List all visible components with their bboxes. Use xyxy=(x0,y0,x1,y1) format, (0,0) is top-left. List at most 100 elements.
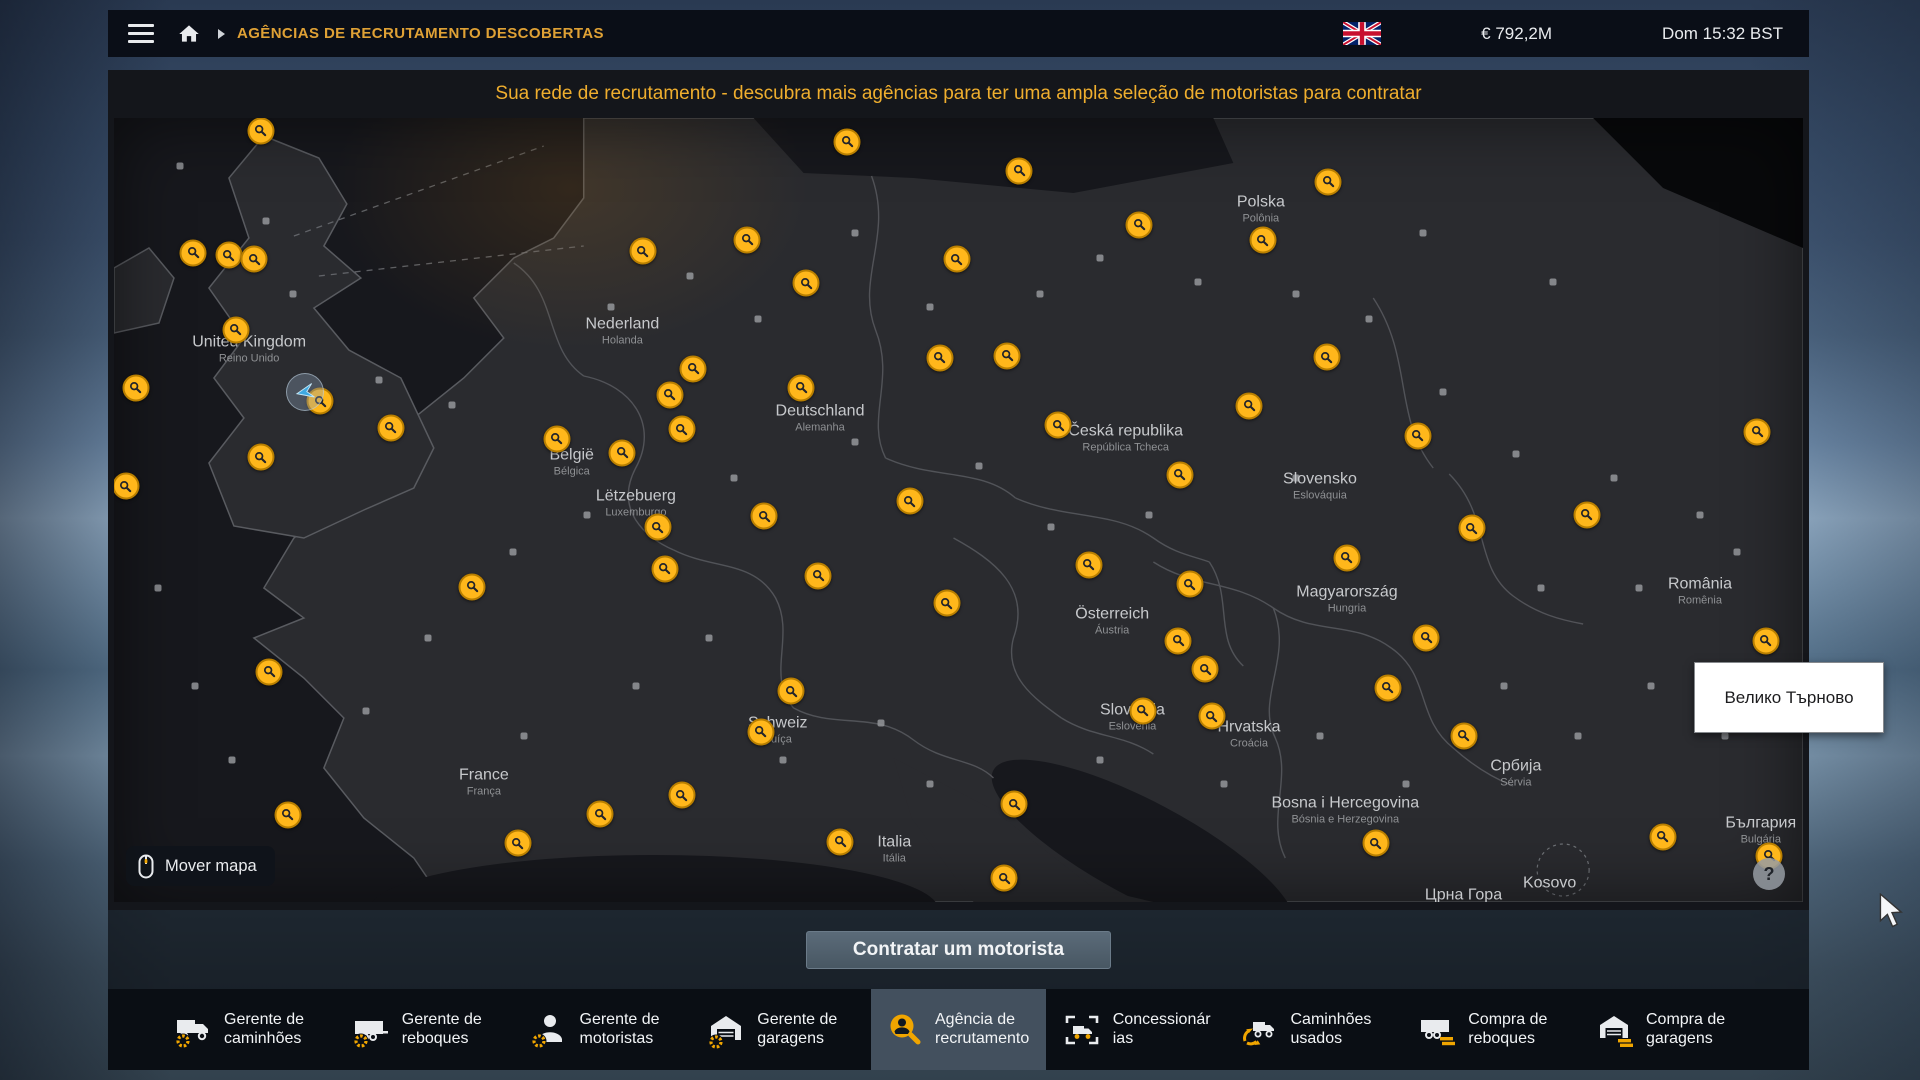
game-clock: Dom 15:32 BST xyxy=(1662,24,1789,44)
agency-marker[interactable] xyxy=(215,242,242,269)
agency-marker[interactable] xyxy=(274,801,301,828)
uk-flag-icon[interactable] xyxy=(1343,22,1381,45)
agency-marker[interactable] xyxy=(827,828,854,855)
agency-marker[interactable] xyxy=(629,238,656,265)
city-dot xyxy=(1696,511,1703,518)
tab-recruitment-agency[interactable]: Agência de recrutamento xyxy=(871,989,1046,1070)
agency-marker[interactable] xyxy=(991,865,1018,892)
agency-marker[interactable] xyxy=(926,344,953,371)
city-dot xyxy=(1575,732,1582,739)
agency-marker[interactable] xyxy=(543,425,570,452)
agency-marker[interactable] xyxy=(1192,656,1219,683)
agency-marker[interactable] xyxy=(587,801,614,828)
agency-marker[interactable] xyxy=(256,658,283,685)
agency-marker[interactable] xyxy=(609,439,636,466)
tab-used-trucks[interactable]: Caminhões usados xyxy=(1227,989,1402,1070)
city-dot xyxy=(686,273,693,280)
agency-marker[interactable] xyxy=(1413,624,1440,651)
agency-marker[interactable] xyxy=(1315,168,1342,195)
agency-marker[interactable] xyxy=(1075,551,1102,578)
agency-marker[interactable] xyxy=(943,246,970,273)
country-label: MagyarországHungria xyxy=(1296,584,1397,615)
country-label: LëtzebuergLuxemburgo xyxy=(596,487,676,518)
tab-dealerships[interactable]: Concessionárias xyxy=(1049,989,1224,1070)
agency-marker[interactable] xyxy=(1129,697,1156,724)
agency-marker[interactable] xyxy=(114,473,139,500)
hire-driver-button[interactable]: Contratar um motorista xyxy=(806,931,1111,969)
home-icon[interactable] xyxy=(176,21,202,47)
agency-marker[interactable] xyxy=(504,830,531,857)
agency-marker[interactable] xyxy=(122,374,149,401)
agency-marker[interactable] xyxy=(459,573,486,600)
agency-marker[interactable] xyxy=(180,239,207,266)
city-dot xyxy=(521,732,528,739)
agency-marker[interactable] xyxy=(834,128,861,155)
agency-marker[interactable] xyxy=(1236,392,1263,419)
help-button[interactable]: ? xyxy=(1753,858,1785,890)
agency-marker[interactable] xyxy=(1649,823,1676,850)
agency-marker[interactable] xyxy=(1362,830,1389,857)
agency-marker[interactable] xyxy=(805,562,832,589)
agency-marker[interactable] xyxy=(241,246,268,273)
agency-marker[interactable] xyxy=(1249,227,1276,254)
agency-marker[interactable] xyxy=(668,782,695,809)
agency-marker[interactable] xyxy=(1374,674,1401,701)
agency-marker[interactable] xyxy=(1404,422,1431,449)
agency-marker[interactable] xyxy=(1198,703,1225,730)
agency-marker[interactable] xyxy=(896,488,923,515)
agency-marker[interactable] xyxy=(1333,544,1360,571)
tab-label: Gerente de reboques xyxy=(402,1011,500,1049)
city-dot xyxy=(1419,230,1426,237)
city-tooltip: Велико Търново xyxy=(1694,662,1884,733)
agency-marker[interactable] xyxy=(1744,418,1771,445)
city-dot xyxy=(1403,781,1410,788)
tab-truck-manager[interactable]: Gerente de caminhões xyxy=(160,989,335,1070)
country-label: DeutschlandAlemanha xyxy=(776,403,865,434)
agency-marker[interactable] xyxy=(247,118,274,144)
agency-marker[interactable] xyxy=(734,226,761,253)
city-dot xyxy=(1036,291,1043,298)
agency-marker[interactable] xyxy=(1458,515,1485,542)
agency-marker[interactable] xyxy=(1450,722,1477,749)
agency-marker[interactable] xyxy=(1126,211,1153,238)
agency-marker[interactable] xyxy=(247,444,274,471)
agency-marker[interactable] xyxy=(1166,461,1193,488)
agency-marker[interactable] xyxy=(222,316,249,343)
agency-marker[interactable] xyxy=(994,342,1021,369)
agency-marker[interactable] xyxy=(751,503,778,530)
agency-marker[interactable] xyxy=(1165,627,1192,654)
agency-marker[interactable] xyxy=(1176,571,1203,598)
agency-marker[interactable] xyxy=(680,355,707,382)
agency-marker[interactable] xyxy=(933,590,960,617)
tab-trailer-purchase[interactable]: Compra de reboques xyxy=(1404,989,1579,1070)
tab-driver-manager[interactable]: Gerente de motoristas xyxy=(516,989,691,1070)
tab-garage-purchase[interactable]: Compra de garagens xyxy=(1582,989,1757,1070)
bottom-toolbar: Gerente de caminhões Gerente de reboques… xyxy=(108,989,1809,1070)
tab-label: Agência de recrutamento xyxy=(935,1011,1033,1049)
agency-marker[interactable] xyxy=(1752,627,1779,654)
agency-marker[interactable] xyxy=(1313,344,1340,371)
agency-marker[interactable] xyxy=(793,270,820,297)
agency-marker[interactable] xyxy=(1573,501,1600,528)
menu-icon[interactable] xyxy=(128,24,154,44)
agency-marker[interactable] xyxy=(1001,791,1028,818)
agency-marker[interactable] xyxy=(1045,412,1072,439)
city-dot xyxy=(730,474,737,481)
tab-trailer-manager[interactable]: Gerente de reboques xyxy=(338,989,513,1070)
tab-garage-manager[interactable]: Gerente de garagens xyxy=(693,989,868,1070)
agency-marker[interactable] xyxy=(656,381,683,408)
map[interactable]: United KingdomReino UnidoNederlandHoland… xyxy=(114,118,1803,902)
city-dot xyxy=(229,757,236,764)
agency-marker[interactable] xyxy=(644,514,671,541)
agency-marker[interactable] xyxy=(788,374,815,401)
agency-marker[interactable] xyxy=(1006,157,1033,184)
hire-row: Contratar um motorista xyxy=(108,910,1809,989)
agency-marker[interactable] xyxy=(377,414,404,441)
agency-marker[interactable] xyxy=(747,718,774,745)
tab-label: Gerente de motoristas xyxy=(580,1011,678,1049)
city-dot xyxy=(1722,732,1729,739)
country-label: FranceFrança xyxy=(459,767,509,798)
agency-marker[interactable] xyxy=(668,416,695,443)
agency-marker[interactable] xyxy=(651,555,678,582)
agency-marker[interactable] xyxy=(778,678,805,705)
